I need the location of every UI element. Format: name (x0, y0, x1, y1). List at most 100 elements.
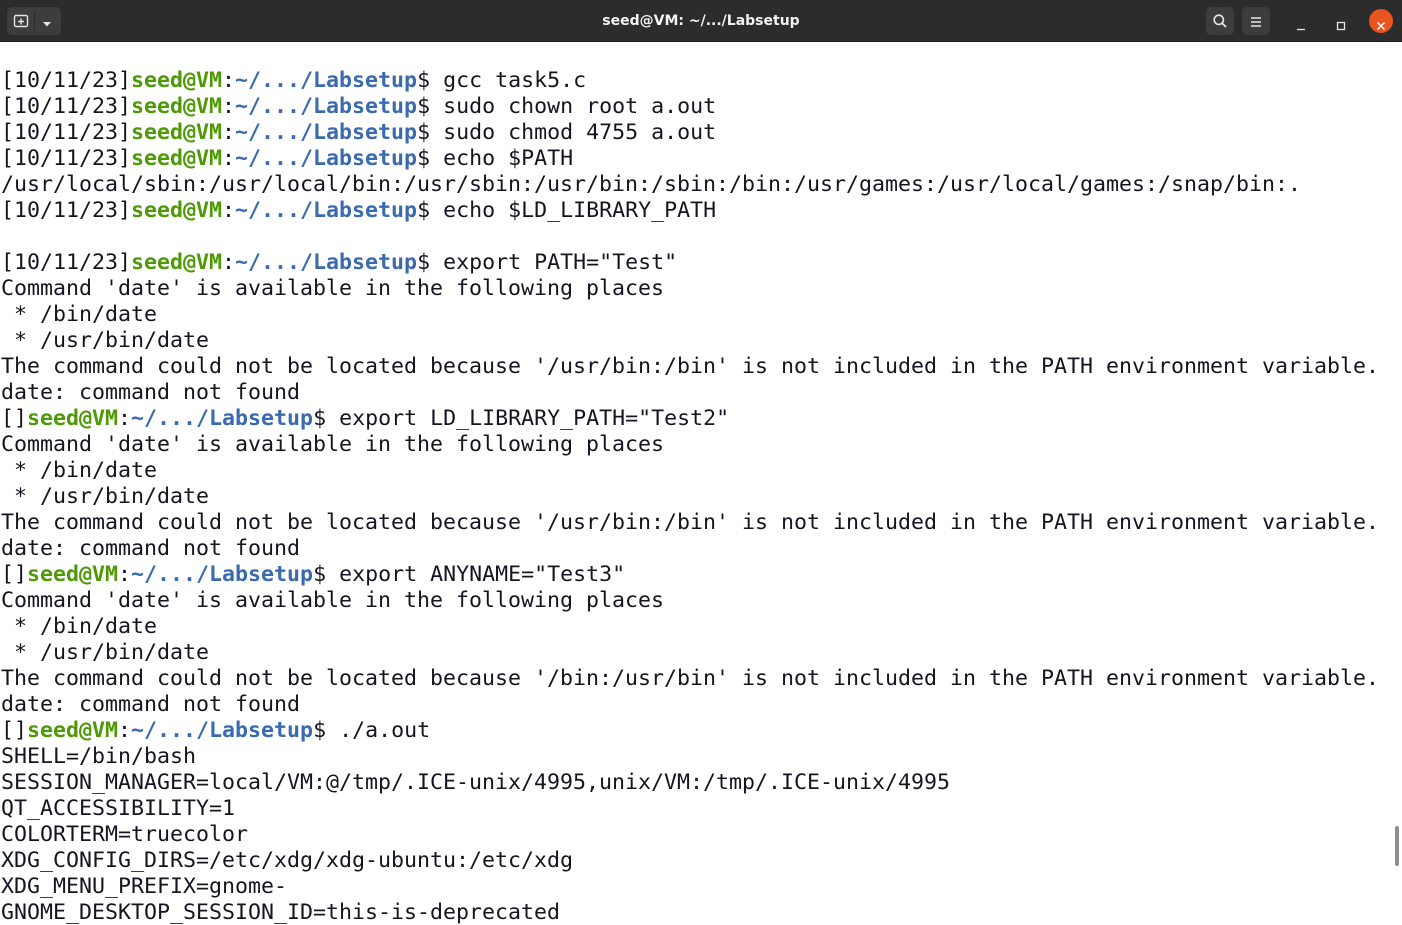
prompt-line: [10/11/23]seed@VM:~/.../Labsetup$ echo $… (1, 146, 1379, 172)
prompt-path: ~/.../Labsetup (131, 562, 314, 587)
output-line: The command could not be located because… (1, 354, 1380, 379)
terminal-lines: [10/11/23]seed@VM:~/.../Labsetup$ gcc ta… (1, 68, 1379, 925)
scrollbar-thumb[interactable] (1395, 826, 1399, 866)
prompt-date: [10/11/23] (1, 94, 132, 119)
search-icon[interactable] (1212, 13, 1228, 29)
prompt-path: ~/.../Labsetup (235, 68, 418, 93)
command-text: echo $PATH (443, 146, 574, 171)
search-button[interactable] (1206, 7, 1234, 35)
output-line: QT_ACCESSIBILITY=1 (1, 796, 236, 821)
command-text: sudo chown root a.out (443, 94, 717, 119)
terminal-window: seed@VM: ~/.../Labsetup [10/11/23]seed@V… (0, 0, 1402, 925)
prompt-path: ~/.../Labsetup (131, 718, 314, 743)
prompt-path: ~/.../Labsetup (235, 250, 418, 275)
prompt-path: ~/.../Labsetup (131, 406, 314, 431)
prompt-user-host: seed@VM (131, 120, 223, 145)
prompt-separator: : (222, 250, 236, 275)
output-line: XDG_CONFIG_DIRS=/etc/xdg/xdg-ubuntu:/etc… (1, 848, 574, 873)
output-line: /usr/local/sbin:/usr/local/bin:/usr/sbin… (1, 172, 1302, 197)
prompt-path: ~/.../Labsetup (235, 146, 418, 171)
prompt-path: ~/.../Labsetup (235, 198, 418, 223)
output-line: * /usr/bin/date (1, 328, 210, 353)
output-line: date: command not found (1, 380, 301, 405)
command-text: export LD_LIBRARY_PATH="Test2" (339, 406, 730, 431)
prompt-line: [10/11/23]seed@VM:~/.../Labsetup$ export… (1, 250, 1379, 276)
prompt-date: [] (1, 406, 28, 431)
prompt-separator: : (118, 406, 132, 431)
prompt-separator: : (118, 718, 132, 743)
prompt-separator: : (222, 68, 236, 93)
prompt-line: [10/11/23]seed@VM:~/.../Labsetup$ sudo c… (1, 94, 1379, 120)
maximize-icon[interactable] (1336, 16, 1346, 31)
output-line: Command 'date' is available in the follo… (1, 276, 665, 301)
prompt-line: [10/11/23]seed@VM:~/.../Labsetup$ echo $… (1, 198, 1379, 224)
output-line: date: command not found (1, 536, 301, 561)
prompt-user-host: seed@VM (27, 718, 119, 743)
command-text: export PATH="Test" (443, 250, 678, 275)
hamburger-menu-icon[interactable] (1249, 14, 1263, 28)
prompt-separator: : (222, 120, 236, 145)
output-line: * /bin/date (1, 302, 158, 327)
minimize-button[interactable] (1289, 9, 1313, 33)
output-line: COLORTERM=truecolor (1, 822, 249, 847)
terminal-output[interactable]: [10/11/23]seed@VM:~/.../Labsetup$ gcc ta… (0, 42, 1390, 925)
prompt-symbol: $ (417, 198, 444, 223)
window-title: seed@VM: ~/.../Labsetup (602, 13, 800, 29)
output-line: Command 'date' is available in the follo… (1, 588, 665, 613)
prompt-symbol: $ (313, 406, 340, 431)
new-tab-icon[interactable] (13, 13, 29, 29)
prompt-user-host: seed@VM (27, 406, 119, 431)
prompt-symbol: $ (417, 250, 444, 275)
prompt-date: [] (1, 718, 28, 743)
output-line: XDG_MENU_PREFIX=gnome- (1, 874, 288, 899)
prompt-separator: : (118, 562, 132, 587)
close-button[interactable] (1369, 9, 1393, 33)
scrollbar[interactable] (1390, 42, 1402, 925)
output-line: * /usr/bin/date (1, 640, 210, 665)
prompt-date: [10/11/23] (1, 120, 132, 145)
prompt-date: [10/11/23] (1, 250, 132, 275)
prompt-symbol: $ (417, 94, 444, 119)
prompt-line: [10/11/23]seed@VM:~/.../Labsetup$ sudo c… (1, 120, 1379, 146)
prompt-symbol: $ (313, 718, 340, 743)
prompt-path: ~/.../Labsetup (235, 120, 418, 145)
output-line: The command could not be located because… (1, 666, 1380, 691)
prompt-symbol: $ (313, 562, 340, 587)
command-text: echo $LD_LIBRARY_PATH (443, 198, 717, 223)
output-line: Command 'date' is available in the follo… (1, 432, 665, 457)
minimize-icon[interactable] (1296, 16, 1306, 31)
chevron-down-icon[interactable] (40, 15, 54, 27)
output-line: * /bin/date (1, 614, 158, 639)
prompt-line: []seed@VM:~/.../Labsetup$ export ANYNAME… (1, 562, 1379, 588)
prompt-user-host: seed@VM (131, 94, 223, 119)
prompt-date: [10/11/23] (1, 198, 132, 223)
prompt-symbol: $ (417, 120, 444, 145)
title-bar[interactable]: seed@VM: ~/.../Labsetup (0, 0, 1402, 42)
close-icon[interactable] (1376, 16, 1386, 31)
output-line: SHELL=/bin/bash (1, 744, 197, 769)
menu-button[interactable] (1242, 7, 1270, 35)
maximize-button[interactable] (1329, 9, 1353, 33)
prompt-date: [] (1, 562, 28, 587)
prompt-user-host: seed@VM (27, 562, 119, 587)
prompt-user-host: seed@VM (131, 68, 223, 93)
prompt-user-host: seed@VM (131, 250, 223, 275)
prompt-separator: : (222, 94, 236, 119)
command-text: sudo chmod 4755 a.out (443, 120, 717, 145)
prompt-symbol: $ (417, 146, 444, 171)
prompt-symbol: $ (417, 68, 444, 93)
output-line: SESSION_MANAGER=local/VM:@/tmp/.ICE-unix… (1, 770, 951, 795)
command-text: gcc task5.c (443, 68, 587, 93)
prompt-user-host: seed@VM (131, 198, 223, 223)
prompt-date: [10/11/23] (1, 68, 132, 93)
button-divider (34, 11, 35, 31)
new-tab-button[interactable] (7, 7, 61, 35)
command-text: ./a.out (339, 718, 431, 743)
prompt-path: ~/.../Labsetup (235, 94, 418, 119)
prompt-user-host: seed@VM (131, 146, 223, 171)
command-text: export ANYNAME="Test3" (339, 562, 626, 587)
output-line: * /bin/date (1, 458, 158, 483)
prompt-line: [10/11/23]seed@VM:~/.../Labsetup$ gcc ta… (1, 68, 1379, 94)
prompt-separator: : (222, 198, 236, 223)
output-line: * /usr/bin/date (1, 484, 210, 509)
